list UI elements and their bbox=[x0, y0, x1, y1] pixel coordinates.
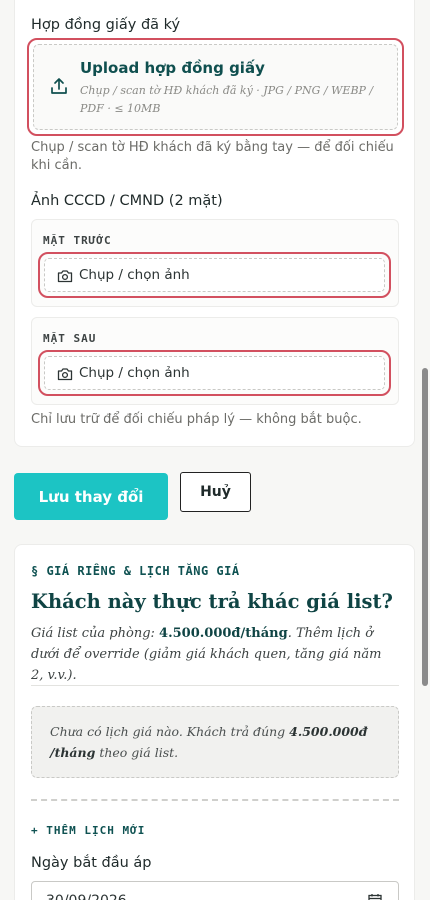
empty-suffix: theo giá list. bbox=[95, 745, 179, 760]
pricing-description: Giá list của phòng: 4.500.000đ/tháng. Th… bbox=[31, 623, 391, 686]
start-date-input[interactable] bbox=[31, 881, 399, 900]
dashed-divider bbox=[31, 799, 399, 801]
back-photo-label[interactable]: Chụp / chọn ảnh bbox=[79, 365, 190, 381]
id-front-label: MẶT TRƯỚC bbox=[43, 234, 112, 247]
start-date-label: Ngày bắt đầu áp bbox=[31, 855, 152, 871]
camera-icon bbox=[57, 368, 73, 381]
empty-schedule-text: Chưa có lịch giá nào. Khách trả đúng 4.5… bbox=[50, 721, 370, 763]
scrollbar[interactable] bbox=[422, 368, 428, 686]
camera-icon bbox=[57, 270, 73, 283]
contract-label: Hợp đồng giấy đã ký bbox=[31, 17, 181, 33]
upload-contract-hint: Chụp / scan tờ HĐ khách đã ký · JPG / PN… bbox=[80, 84, 374, 115]
id-card-help-text: Chỉ lưu trữ để đối chiếu pháp lý — không… bbox=[31, 412, 362, 427]
pricing-desc-prefix: Giá list của phòng: bbox=[31, 626, 160, 641]
pricing-title: Khách này thực trả khác giá list? bbox=[31, 590, 393, 613]
id-back-label: MẶT SAU bbox=[43, 332, 97, 345]
upload-icon bbox=[51, 78, 67, 94]
pricing-section-tag: § GIÁ RIÊNG & LỊCH TĂNG GIÁ bbox=[31, 564, 240, 578]
front-photo-label[interactable]: Chụp / chọn ảnh bbox=[79, 267, 190, 283]
list-price: 4.500.000đ/tháng bbox=[159, 626, 288, 641]
save-button[interactable]: Lưu thay đổi bbox=[14, 473, 168, 520]
divider bbox=[31, 685, 399, 686]
add-schedule-tag: + THÊM LỊCH MỚI bbox=[31, 824, 146, 837]
calendar-icon[interactable] bbox=[368, 893, 382, 900]
empty-prefix: Chưa có lịch giá nào. Khách trả đúng bbox=[50, 724, 290, 739]
cancel-button[interactable]: Huỷ bbox=[180, 472, 251, 512]
upload-contract-title[interactable]: Upload hợp đồng giấy bbox=[80, 59, 265, 77]
id-card-label: Ảnh CCCD / CMND (2 mặt) bbox=[31, 193, 223, 209]
contract-help-text: Chụp / scan tờ HĐ khách đã ký bằng tay —… bbox=[31, 140, 394, 173]
